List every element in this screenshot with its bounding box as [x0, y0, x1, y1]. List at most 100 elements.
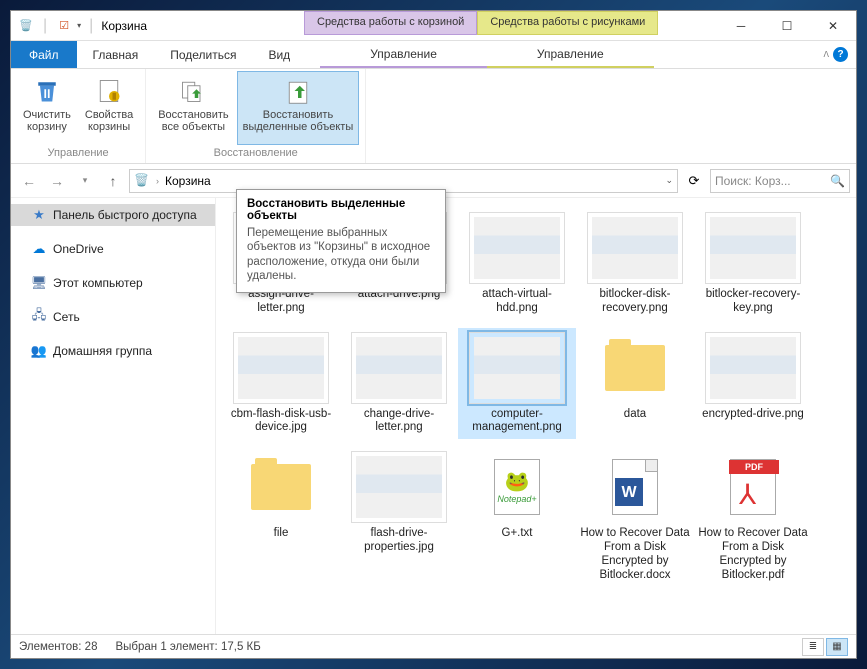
network-icon: 🖧: [31, 309, 47, 325]
search-placeholder: Поиск: Корз...: [715, 174, 791, 188]
tab-share[interactable]: Поделиться: [154, 41, 252, 68]
file-item[interactable]: cbm-flash-disk-usb-device.jpg: [222, 328, 340, 440]
tooltip-title: Восстановить выделенные объекты: [247, 198, 435, 222]
search-input[interactable]: Поиск: Корз... 🔍: [710, 169, 850, 193]
restore-selected-button[interactable]: Восстановить выделенные объекты: [237, 71, 360, 145]
sidebar-item-label: Домашняя группа: [53, 344, 152, 358]
image-thumbnail: [469, 212, 565, 284]
nav-up-button[interactable]: ↑: [101, 169, 125, 193]
file-item[interactable]: change-drive-letter.png: [340, 328, 458, 440]
ribbon-collapse-icon[interactable]: ᐱ: [824, 50, 829, 59]
file-item[interactable]: attach-virtual-hdd.png: [458, 208, 576, 320]
explorer-window: 🗑️ | ☑ ▾ | Корзина Средства работы с кор…: [10, 10, 857, 659]
context-tab-pictures[interactable]: Средства работы с рисунками: [477, 11, 658, 35]
image-thumbnail: [705, 332, 801, 404]
qat-customize-icon[interactable]: ▾: [77, 21, 81, 30]
image-thumbnail: [351, 451, 447, 523]
nav-back-button[interactable]: ←: [17, 169, 41, 193]
recycle-bin-icon: 🗑️: [134, 173, 150, 189]
breadcrumb-root[interactable]: Корзина: [165, 174, 211, 188]
context-tab-recycle[interactable]: Средства работы с корзиной: [304, 11, 477, 35]
recycle-properties-label: Свойства корзины: [85, 109, 133, 133]
tab-manage-pictures[interactable]: Управление: [487, 41, 654, 68]
image-thumbnail: [351, 332, 447, 404]
sidebar-item-homegroup[interactable]: 👥 Домашняя группа: [11, 340, 215, 362]
onedrive-icon: ☁: [31, 241, 47, 257]
text-icon: 🐸Notepad+: [469, 451, 565, 523]
ribbon: Очистить корзину Свойства корзины Управл…: [11, 69, 856, 164]
image-thumbnail: [587, 212, 683, 284]
file-item-label: attach-virtual-hdd.png: [462, 288, 572, 316]
refresh-button[interactable]: ⟳: [682, 169, 706, 193]
file-item[interactable]: PDF⅄How to Recover Data From a Disk Encr…: [694, 447, 812, 586]
breadcrumb-dropdown-icon[interactable]: ⌄: [665, 175, 673, 186]
image-thumbnail: [469, 332, 565, 404]
tooltip-body: Перемещение выбранных объектов из "Корзи…: [247, 226, 435, 284]
maximize-button[interactable]: ☐: [764, 11, 810, 41]
file-item-label: bitlocker-disk-recovery.png: [580, 288, 690, 316]
sidebar-item-network[interactable]: 🖧 Сеть: [11, 306, 215, 328]
homegroup-icon: 👥: [31, 343, 47, 359]
sidebar-item-quick-access[interactable]: ★ Панель быстрого доступа: [11, 204, 215, 226]
title-bar: 🗑️ | ☑ ▾ | Корзина Средства работы с кор…: [11, 11, 856, 41]
file-item[interactable]: WHow to Recover Data From a Disk Encrypt…: [576, 447, 694, 586]
file-item[interactable]: file: [222, 447, 340, 586]
status-count: Элементов: 28: [19, 641, 97, 653]
file-item[interactable]: data: [576, 328, 694, 440]
close-button[interactable]: ✕: [810, 11, 856, 41]
ribbon-tabs: Файл Главная Поделиться Вид Управление У…: [11, 41, 856, 69]
tab-view[interactable]: Вид: [252, 41, 306, 68]
empty-recycle-button[interactable]: Очистить корзину: [17, 71, 77, 145]
ribbon-group-restore: Восстановление: [214, 145, 298, 161]
file-item[interactable]: bitlocker-recovery-key.png: [694, 208, 812, 320]
nav-forward-button[interactable]: →: [45, 169, 69, 193]
file-item[interactable]: 🐸Notepad+ G+.txt: [458, 447, 576, 586]
nav-pane[interactable]: ★ Панель быстрого доступа ☁ OneDrive 🖥 Э…: [11, 198, 216, 634]
recycle-properties-button[interactable]: Свойства корзины: [79, 71, 139, 145]
search-icon[interactable]: 🔍: [830, 174, 845, 188]
file-item-label: change-drive-letter.png: [344, 408, 454, 436]
file-item[interactable]: computer-management.png: [458, 328, 576, 440]
word-icon: W: [587, 451, 683, 523]
restore-all-button[interactable]: Восстановить все объекты: [152, 71, 234, 145]
sidebar-item-label: Панель быстрого доступа: [53, 208, 197, 222]
minimize-button[interactable]: ─: [718, 11, 764, 41]
sidebar-item-thispc[interactable]: 🖥 Этот компьютер: [11, 272, 215, 294]
status-selection: Выбран 1 элемент: 17,5 КБ: [115, 641, 260, 653]
view-icons-button[interactable]: ▦: [826, 638, 848, 656]
star-icon: ★: [31, 207, 47, 223]
file-item[interactable]: bitlocker-disk-recovery.png: [576, 208, 694, 320]
computer-icon: 🖥: [31, 275, 47, 291]
qat-checkbox-icon[interactable]: ☑: [55, 17, 73, 35]
empty-recycle-label: Очистить корзину: [23, 109, 71, 133]
ribbon-group-manage: Управление: [48, 145, 109, 161]
sidebar-item-label: Этот компьютер: [53, 276, 143, 290]
help-icon[interactable]: ?: [833, 47, 848, 62]
file-item-label: computer-management.png: [462, 408, 572, 436]
image-thumbnail: [233, 332, 329, 404]
file-item-label: data: [624, 408, 646, 422]
nav-recent-dropdown[interactable]: ▾: [73, 169, 97, 193]
file-item-label: How to Recover Data From a Disk Encrypte…: [580, 527, 690, 582]
restore-selected-label: Восстановить выделенные объекты: [243, 109, 354, 133]
file-item-label: flash-drive-properties.jpg: [344, 527, 454, 555]
chevron-right-icon[interactable]: ›: [156, 176, 159, 186]
file-item-label: bitlocker-recovery-key.png: [698, 288, 808, 316]
sidebar-item-onedrive[interactable]: ☁ OneDrive: [11, 238, 215, 260]
file-item-label: G+.txt: [502, 527, 533, 541]
file-item-label: encrypted-drive.png: [702, 408, 804, 422]
recycle-bin-icon: 🗑️: [17, 17, 35, 35]
image-thumbnail: [705, 212, 801, 284]
file-item[interactable]: flash-drive-properties.jpg: [340, 447, 458, 586]
folder-icon: [587, 332, 683, 404]
tab-manage-recycle[interactable]: Управление: [320, 41, 487, 68]
sidebar-item-label: Сеть: [53, 310, 80, 324]
status-bar: Элементов: 28 Выбран 1 элемент: 17,5 КБ …: [11, 634, 856, 658]
sidebar-item-label: OneDrive: [53, 242, 104, 256]
tab-home[interactable]: Главная: [77, 41, 155, 68]
view-details-button[interactable]: ≣: [802, 638, 824, 656]
tooltip: Восстановить выделенные объекты Перемеще…: [236, 189, 446, 293]
file-menu[interactable]: Файл: [11, 41, 77, 68]
window-title: Корзина: [101, 19, 147, 33]
file-item[interactable]: encrypted-drive.png: [694, 328, 812, 440]
